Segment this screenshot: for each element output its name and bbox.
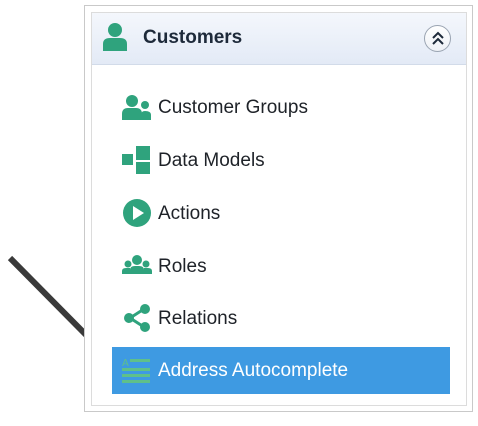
svg-text:A: A xyxy=(122,358,129,369)
nav-item-customer-groups[interactable]: Customer Groups xyxy=(112,90,450,124)
play-icon xyxy=(123,199,151,227)
nav-item-label: Data Models xyxy=(158,150,265,171)
nav-item-roles[interactable]: Roles xyxy=(112,249,450,283)
collapse-button[interactable] xyxy=(424,25,451,52)
customer-groups-icon xyxy=(122,95,151,120)
panel-title: Customers xyxy=(143,27,243,48)
panel-header[interactable]: Customers xyxy=(92,13,466,65)
nav-item-label: Customer Groups xyxy=(158,97,308,118)
nav-item-label: Roles xyxy=(158,256,207,277)
nav-item-address-autocomplete[interactable]: A Address Autocomplete xyxy=(112,347,450,394)
nav-item-actions[interactable]: Actions xyxy=(112,196,450,230)
data-models-icon xyxy=(122,146,150,174)
screenshot-canvas: Customers Customer Groups Data Models Ac… xyxy=(0,0,478,426)
nav-item-label: Relations xyxy=(158,308,238,329)
customers-panel-body: Customers Customer Groups Data Models Ac… xyxy=(91,12,467,406)
nav-item-label: Actions xyxy=(158,203,221,224)
share-icon xyxy=(124,304,150,332)
double-chevron-up-icon xyxy=(432,31,444,45)
roles-icon xyxy=(122,255,152,274)
customer-icon xyxy=(103,23,127,51)
nav-item-relations[interactable]: Relations xyxy=(112,301,450,335)
nav-item-data-models[interactable]: Data Models xyxy=(112,143,450,177)
nav-item-label: Address Autocomplete xyxy=(158,360,349,381)
address-autocomplete-icon: A xyxy=(122,358,150,383)
customers-panel: Customers Customer Groups Data Models Ac… xyxy=(84,5,473,412)
